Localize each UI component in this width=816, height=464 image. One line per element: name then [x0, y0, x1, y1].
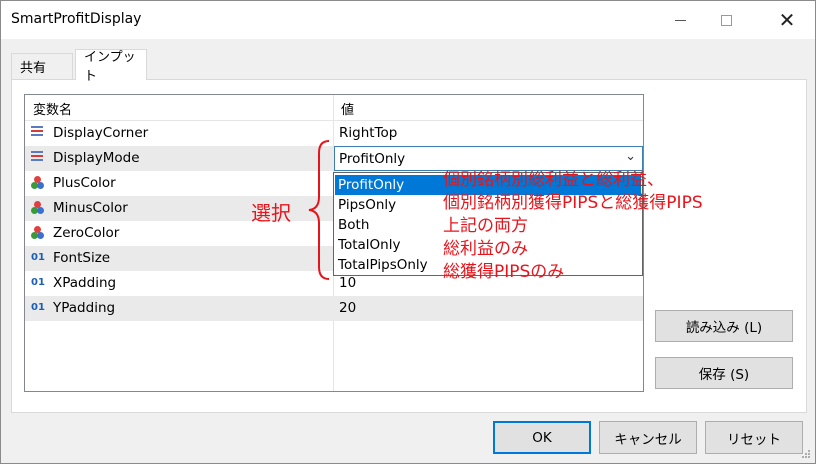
minimize-button[interactable] — [657, 1, 703, 39]
title-bar: SmartProfitDisplay ✕ — [1, 1, 815, 39]
enum-icon — [31, 151, 45, 165]
parameter-name: XPadding — [53, 275, 117, 291]
cancel-button[interactable]: キャンセル — [599, 421, 697, 454]
parameter-row[interactable]: DisplayCorner RightTop — [25, 121, 643, 146]
color-icon — [31, 226, 45, 240]
tab-input[interactable]: インプット — [75, 49, 147, 84]
integer-icon: 01 — [31, 252, 45, 263]
parameter-row[interactable]: 01 YPadding 20 — [25, 296, 643, 321]
column-header-name[interactable]: 変数名 — [33, 99, 72, 118]
ok-button[interactable]: OK — [493, 421, 591, 454]
tab-share[interactable]: 共有 — [11, 53, 73, 79]
integer-icon: 01 — [31, 302, 45, 313]
enum-icon — [31, 126, 45, 140]
close-icon: ✕ — [778, 8, 796, 32]
integer-icon: 01 — [31, 277, 45, 288]
annotation-brace — [308, 140, 330, 280]
parameter-value[interactable]: 20 — [339, 300, 356, 316]
maximize-icon — [720, 14, 732, 26]
color-icon — [31, 176, 45, 190]
parameter-name: DisplayCorner — [53, 125, 149, 141]
maximize-button[interactable] — [703, 1, 749, 39]
select-current-value: ProfitOnly — [339, 151, 406, 167]
column-header-value[interactable]: 値 — [341, 99, 354, 118]
parameter-name: ZeroColor — [53, 225, 120, 241]
annotation-line: 個別銘柄別獲得PIPSと総獲得PIPS — [443, 193, 703, 213]
close-button[interactable]: ✕ — [764, 1, 810, 39]
annotation-line: 個別銘柄別総利益と総利益、 — [443, 170, 664, 190]
load-button[interactable]: 読み込み (L) — [655, 310, 793, 342]
display-mode-select[interactable]: ProfitOnly ⌄ — [334, 146, 643, 171]
annotation-label: 選択 — [251, 201, 291, 225]
annotation-line: 上記の両方 — [443, 216, 528, 236]
color-icon — [31, 201, 45, 215]
reset-button[interactable]: リセット — [705, 421, 803, 454]
parameter-value[interactable]: 10 — [339, 275, 356, 291]
save-button[interactable]: 保存 (S) — [655, 357, 793, 389]
parameter-name: PlusColor — [53, 175, 116, 191]
annotation-line: 総利益のみ — [443, 239, 528, 259]
chevron-down-icon[interactable]: ⌄ — [625, 149, 636, 164]
minimize-icon — [674, 19, 686, 21]
grid-header: 変数名 値 — [25, 95, 643, 121]
dialog-window: SmartProfitDisplay ✕ 共有 インプット 変数名 値 Disp… — [0, 0, 816, 464]
parameter-value[interactable]: RightTop — [339, 125, 397, 141]
parameter-name: YPadding — [53, 300, 116, 316]
window-title: SmartProfitDisplay — [11, 11, 142, 27]
parameter-name: MinusColor — [53, 200, 128, 216]
resize-grip-icon[interactable] — [801, 449, 811, 459]
parameter-name: DisplayMode — [53, 150, 140, 166]
parameter-name: FontSize — [53, 250, 111, 266]
annotation-line: 総獲得PIPSのみ — [443, 262, 565, 282]
